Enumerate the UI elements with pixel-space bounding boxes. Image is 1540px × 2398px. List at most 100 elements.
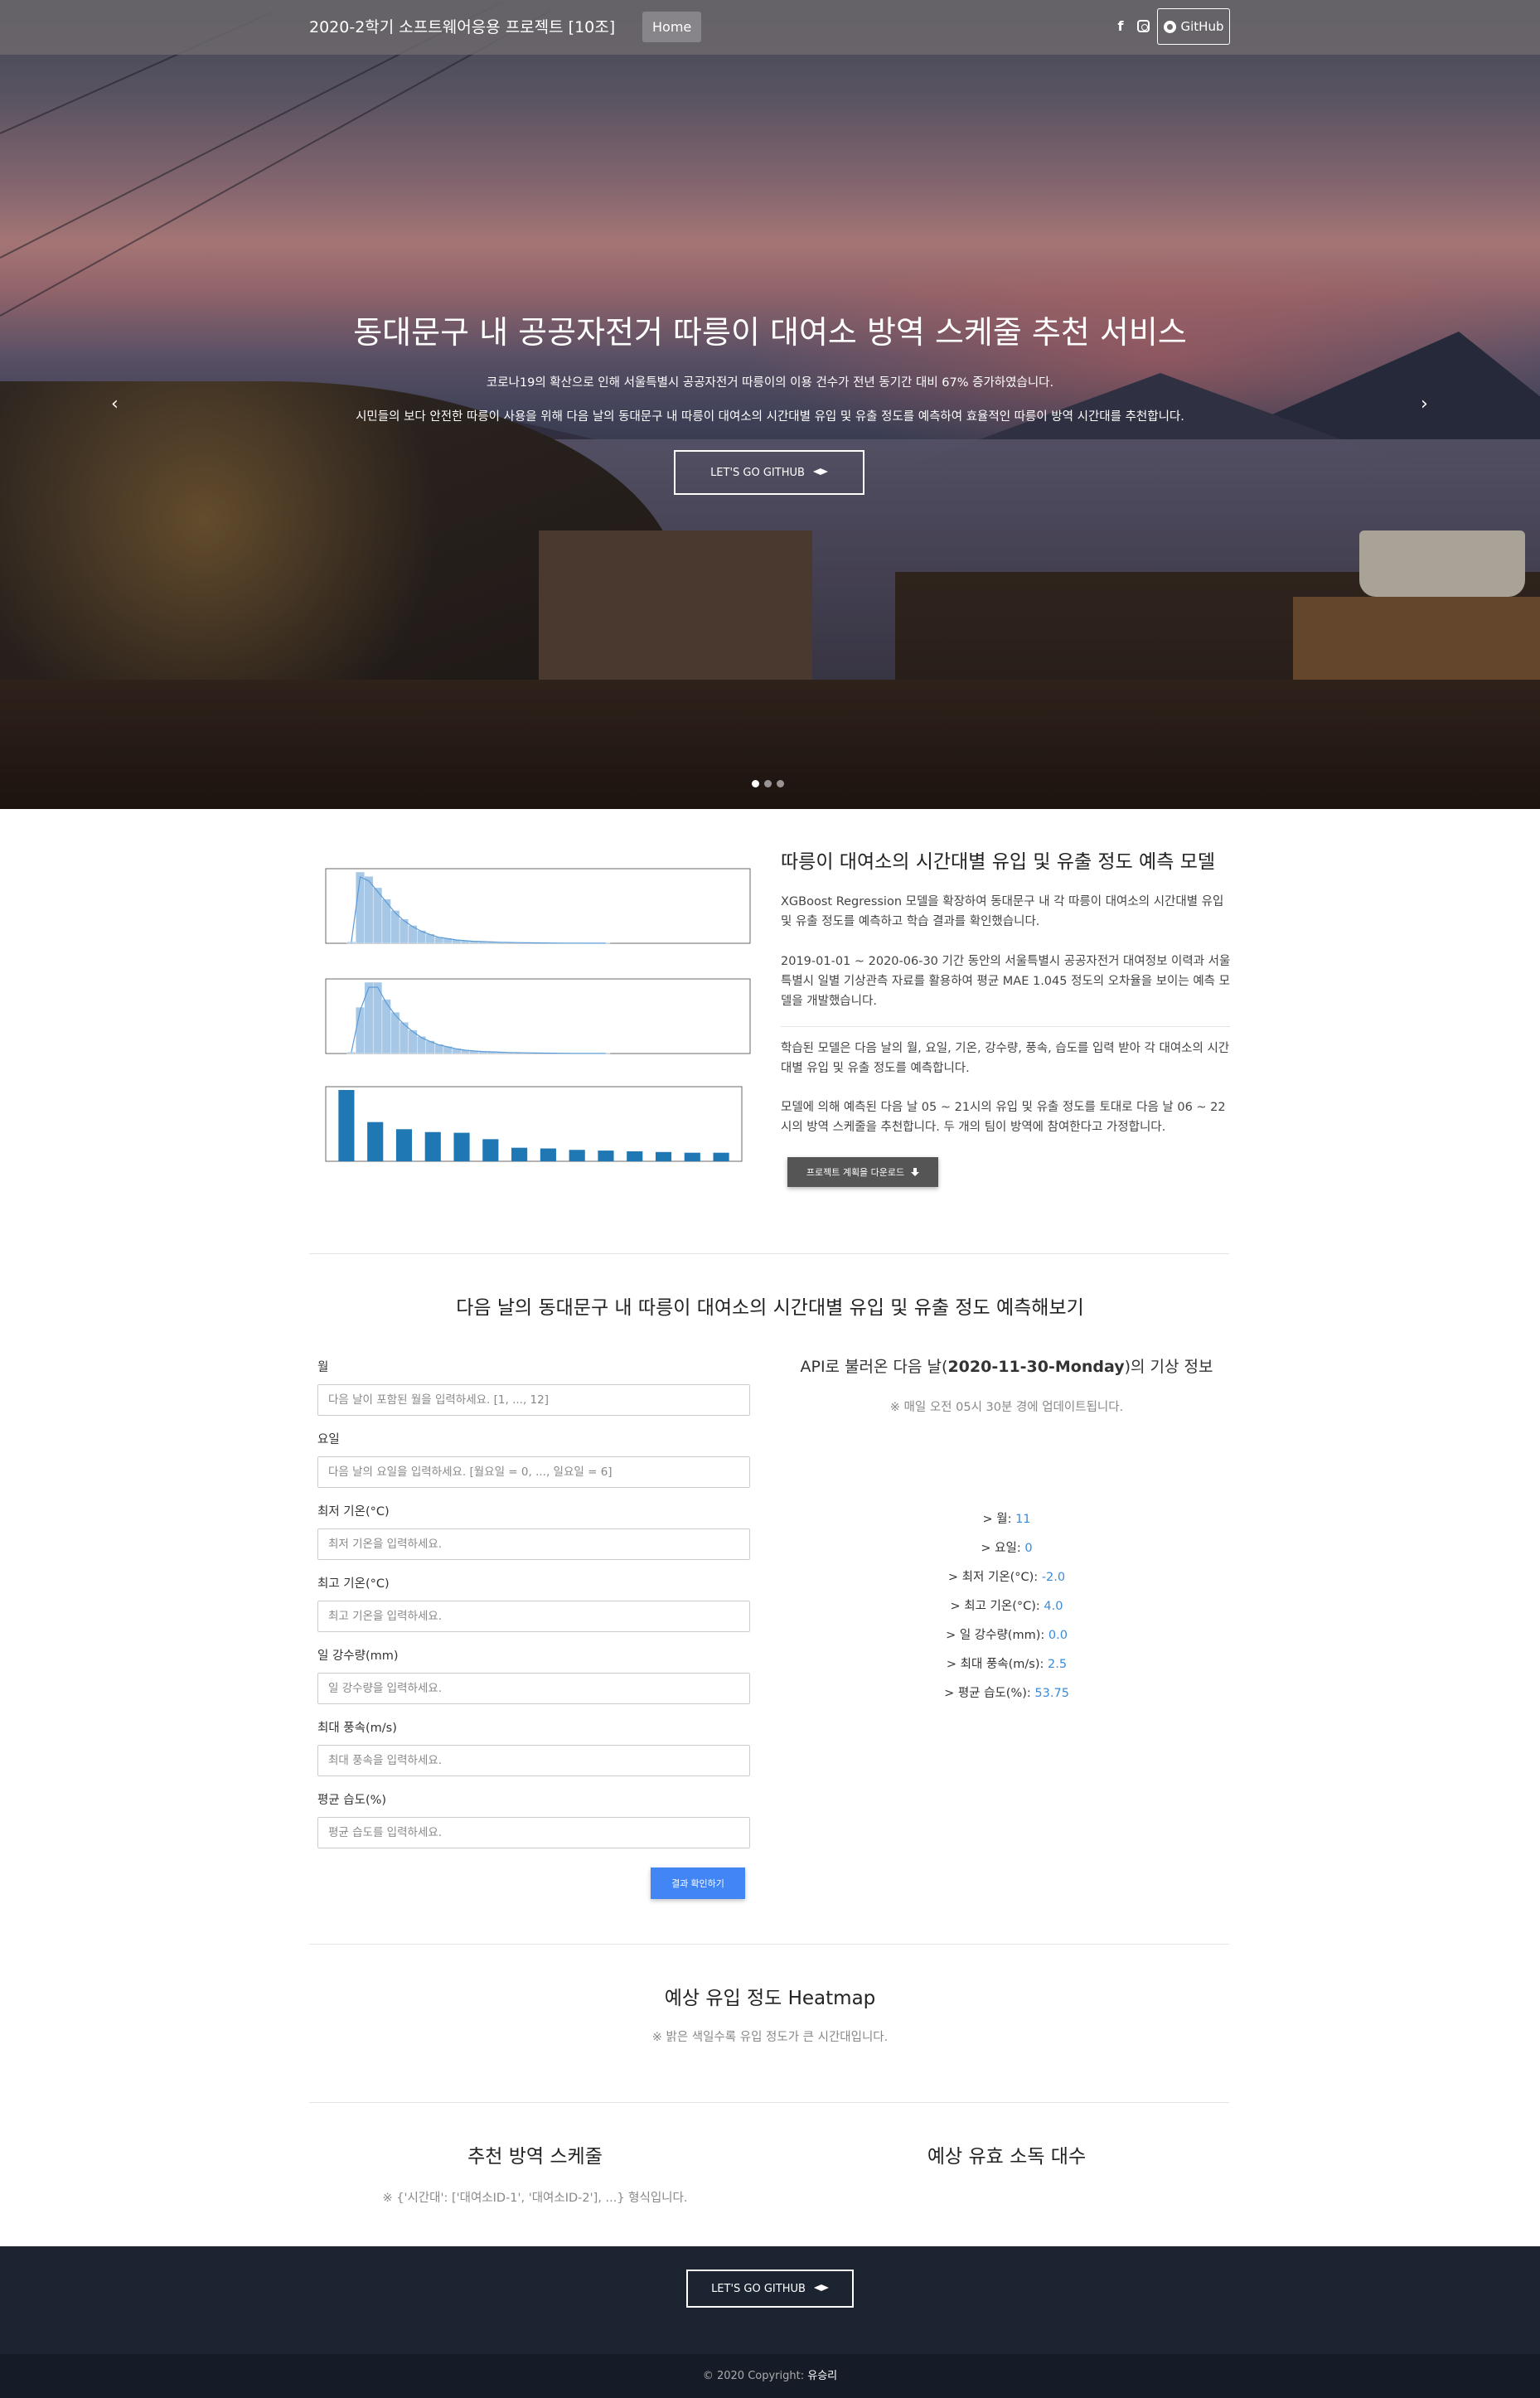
footer-github-button[interactable]: LET'S GO GITHUB xyxy=(686,2270,854,2308)
weather-row: > 평균 습도(%): 53.75 xyxy=(781,1683,1232,1701)
chart-bar xyxy=(395,1129,413,1161)
copyright-text: © 2020 Copyright: xyxy=(702,2370,808,2382)
chart-bar xyxy=(569,1150,585,1161)
hero-carousel: 동대문구 내 공공자전거 따릉이 대여소 방역 스케줄 추천 서비스 코로나19… xyxy=(0,0,1540,809)
weekday-label: 요일 xyxy=(317,1433,340,1446)
carousel-indicator[interactable] xyxy=(777,780,784,787)
chart-bar xyxy=(424,1131,441,1161)
weather-row: > 최고 기온(°C): 4.0 xyxy=(781,1596,1232,1614)
model-title: 따릉이 대여소의 시간대별 유입 및 유출 정도 예측 모델 xyxy=(781,851,1216,873)
section-divider xyxy=(309,1944,1229,1945)
model-description: 학습된 모델은 다음 날의 월, 요일, 기온, 강수량, 풍속, 습도를 입력… xyxy=(781,1042,1230,1075)
histogram-bar xyxy=(346,1052,356,1054)
divider xyxy=(781,1026,1230,1027)
weather-title: API로 불러온 다음 날(2020-11-30-Monday)의 기상 정보 xyxy=(781,1354,1232,1377)
navbar-brand[interactable]: 2020-2학기 소프트웨어응용 프로젝트 [10조] xyxy=(309,15,615,37)
weather-label: > 최대 풍속(m/s): xyxy=(946,1658,1048,1671)
facebook-icon[interactable]: f xyxy=(1115,17,1126,36)
github-button-label: LET'S GO GITHUB xyxy=(710,466,805,479)
weather-row: > 요일: 0 xyxy=(781,1538,1232,1556)
max-temp-input[interactable] xyxy=(317,1601,750,1632)
chart-bar xyxy=(367,1121,384,1161)
download-plan-button[interactable]: 프로젝트 계획을 다운로드 xyxy=(787,1157,938,1187)
nav-home-link[interactable]: Home xyxy=(642,12,702,42)
instagram-icon[interactable] xyxy=(1137,20,1150,32)
max-wind-input[interactable] xyxy=(317,1745,750,1776)
weather-row: > 최대 풍속(m/s): 2.5 xyxy=(781,1654,1232,1672)
github-nav-label: GitHub xyxy=(1180,19,1224,34)
histogram-bar xyxy=(346,942,356,944)
weather-value: -2.0 xyxy=(1041,1571,1066,1584)
max-temp-label: 최고 기온(°C) xyxy=(317,1577,390,1591)
min-temp-label: 최저 기온(°C) xyxy=(317,1505,390,1519)
github-button[interactable]: LET'S GO GITHUB xyxy=(674,450,864,495)
weather-row: > 일 강수량(mm): 0.0 xyxy=(781,1625,1232,1643)
carousel-next-button[interactable]: › xyxy=(1421,394,1428,414)
weather-label: > 월: xyxy=(982,1513,1016,1526)
month-input[interactable] xyxy=(317,1384,750,1416)
chart-bar xyxy=(684,1152,700,1161)
carousel-indicators xyxy=(752,780,784,787)
histogram-bar xyxy=(364,981,374,1054)
carousel-indicator[interactable] xyxy=(752,780,759,787)
weather-value: 11 xyxy=(1015,1513,1031,1526)
vehicles-title: 예상 유효 소독 대수 xyxy=(927,2146,1087,2168)
weather-label: > 일 강수량(mm): xyxy=(946,1629,1048,1642)
weather-value: 4.0 xyxy=(1044,1600,1063,1613)
histogram-chart-2 xyxy=(317,972,753,1065)
weather-title-suffix: )의 기상 정보 xyxy=(1124,1358,1213,1376)
weather-note: ※ 매일 오전 05시 30분 경에 업데이트됩니다. xyxy=(889,1401,1124,1414)
weather-title-prefix: API로 불러온 다음 날( xyxy=(800,1358,948,1376)
hero-text: 시민들의 보다 안전한 따릉이 사용을 위해 다음 날의 동대문구 내 따릉이 … xyxy=(356,410,1184,424)
humidity-label: 평균 습도(%) xyxy=(317,1794,387,1807)
histogram-chart-1 xyxy=(317,862,753,955)
histogram-bar xyxy=(355,1006,365,1054)
schedule-title: 추천 방역 스케줄 xyxy=(467,2146,603,2168)
weather-row: > 최저 기온(°C): -2.0 xyxy=(781,1567,1232,1585)
copyright: © 2020 Copyright: 유승리 xyxy=(0,2354,1540,2398)
submit-button[interactable]: 결과 확인하기 xyxy=(651,1868,745,1899)
footer-github-label: LET'S GO GITHUB xyxy=(711,2282,806,2295)
weather-label: > 최저 기온(°C): xyxy=(947,1571,1042,1584)
heatmap-title: 예상 유입 정도 Heatmap xyxy=(664,1988,876,2009)
weather-value: 0 xyxy=(1024,1542,1033,1555)
carousel-prev-button[interactable]: ‹ xyxy=(111,394,119,414)
download-icon xyxy=(911,1168,920,1176)
chart-bar xyxy=(713,1152,729,1161)
graduation-cap-icon xyxy=(812,468,828,475)
github-icon xyxy=(1163,20,1176,33)
min-temp-input[interactable] xyxy=(317,1528,750,1560)
navbar: 2020-2학기 소프트웨어응용 프로젝트 [10조] Home f GitHu… xyxy=(0,0,1540,55)
model-description: 2019-01-01 ~ 2020-06-30 기간 동안의 서울특별시 공공자… xyxy=(781,955,1231,1008)
weather-value: 0.0 xyxy=(1048,1629,1068,1642)
weekday-input[interactable] xyxy=(317,1456,750,1488)
weather-label: > 최고 기온(°C): xyxy=(950,1600,1044,1613)
rainfall-input[interactable] xyxy=(317,1673,750,1704)
hero-title: 동대문구 내 공공자전거 따릉이 대여소 방역 스케줄 추천 서비스 xyxy=(353,314,1187,351)
weather-value: 2.5 xyxy=(1048,1658,1068,1671)
weather-value: 53.75 xyxy=(1034,1687,1069,1700)
section-divider xyxy=(309,1253,1229,1254)
section-divider xyxy=(309,2102,1229,2103)
histogram-bar xyxy=(355,871,365,944)
rainfall-label: 일 강수량(mm) xyxy=(317,1650,399,1663)
chart-bar xyxy=(598,1151,614,1161)
schedule-note: ※ {'시간대': ['대여소ID-1', '대여소ID-2'], ...} 형… xyxy=(382,2192,688,2205)
graduation-cap-icon xyxy=(813,2284,829,2291)
histogram-chart-1-svg xyxy=(325,868,751,944)
chart-bar xyxy=(540,1148,556,1161)
model-description: XGBoost Regression 모델을 확장하여 동대문구 내 각 따릉이… xyxy=(781,895,1224,928)
chart-bar xyxy=(655,1151,672,1161)
predict-title: 다음 날의 동대문구 내 따릉이 대여소의 시간대별 유입 및 유출 정도 예측… xyxy=(456,1297,1084,1319)
chart-bar xyxy=(511,1147,528,1161)
humidity-input[interactable] xyxy=(317,1817,750,1848)
plot-frame xyxy=(325,1086,743,1162)
histogram-chart-2-svg xyxy=(325,978,751,1054)
bar-chart xyxy=(317,1080,745,1173)
weather-date: 2020-11-30-Monday xyxy=(947,1358,1125,1376)
weather-label: > 평균 습도(%): xyxy=(944,1687,1035,1700)
histogram-bar xyxy=(364,875,374,944)
github-nav-button[interactable]: GitHub xyxy=(1157,8,1230,45)
copyright-author[interactable]: 유승리 xyxy=(807,2370,837,2382)
carousel-indicator[interactable] xyxy=(764,780,772,787)
